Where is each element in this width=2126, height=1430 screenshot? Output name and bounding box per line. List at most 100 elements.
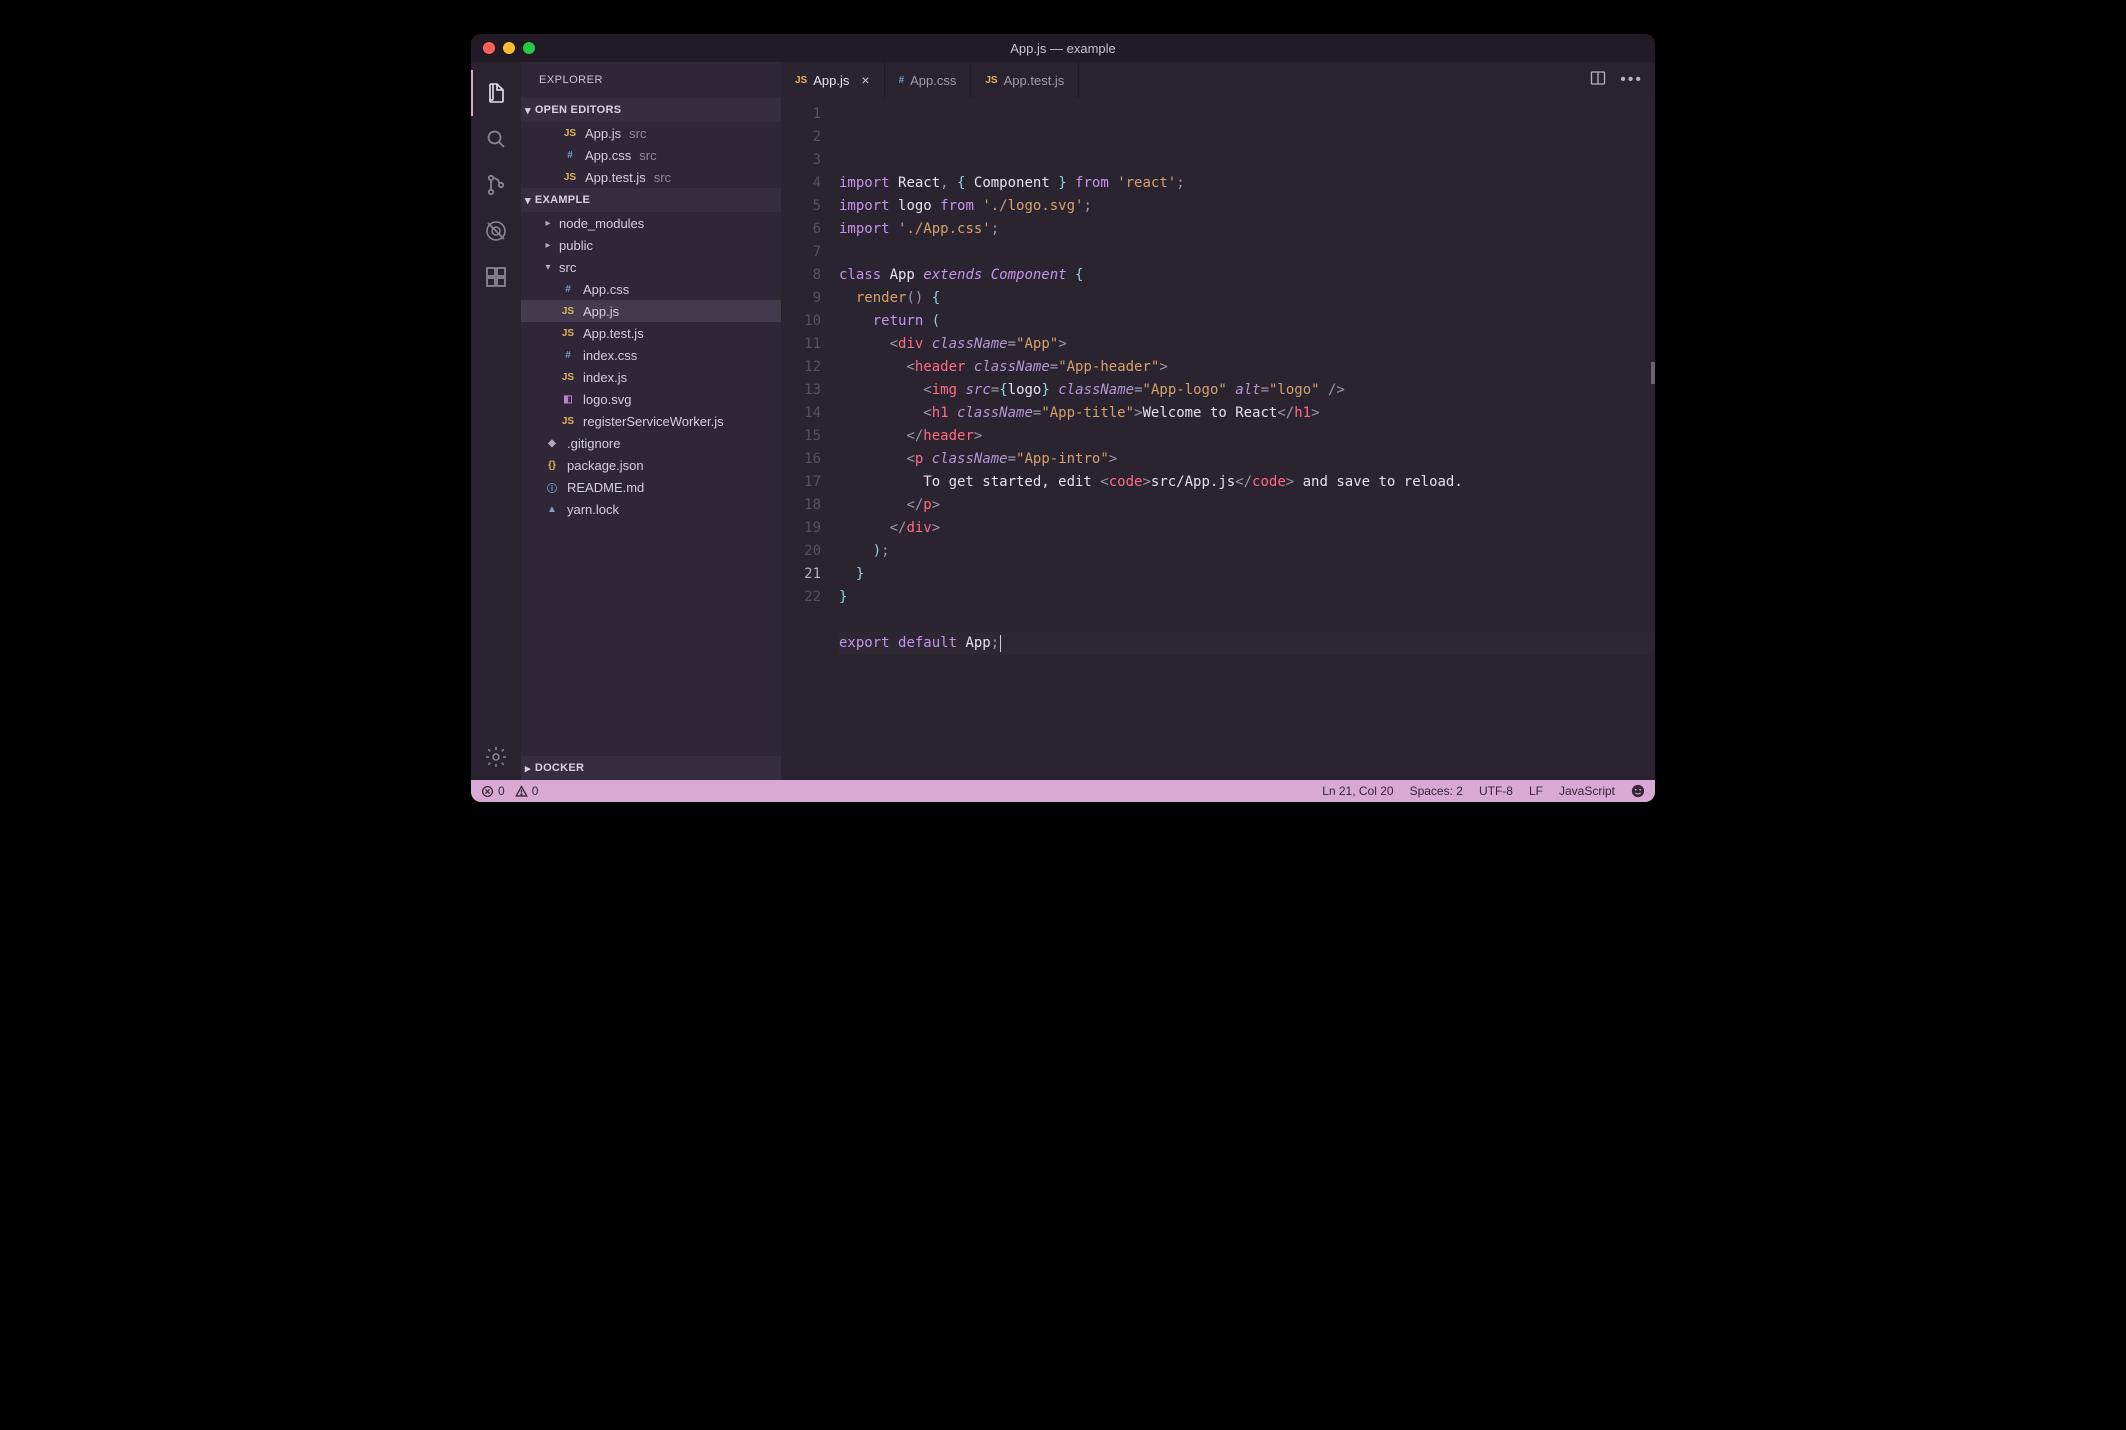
code-line[interactable]: <p className="App-intro"> [839,448,1655,471]
code-line[interactable]: To get started, edit <code>src/App.js</c… [839,471,1655,494]
line-number: 6 [781,218,821,241]
code-line[interactable] [839,241,1655,264]
editor-tab[interactable]: JSApp.js× [781,62,885,98]
folder-item[interactable]: ▸public [521,234,781,256]
debug-icon[interactable] [471,208,521,254]
file-label: App.js [583,304,619,319]
file-item[interactable]: ◆.gitignore [521,432,781,454]
code-line[interactable]: <h1 className="App-title">Welcome to Rea… [839,402,1655,425]
file-icon: ⓘ [543,480,561,495]
code-line[interactable]: render() { [839,287,1655,310]
line-number: 12 [781,356,821,379]
code-line[interactable]: <header className="App-header"> [839,356,1655,379]
file-item[interactable]: ◧logo.svg [521,388,781,410]
close-window-button[interactable] [483,42,495,54]
code-line[interactable]: class App extends Component { [839,264,1655,287]
code-content[interactable]: import React, { Component } from 'react'… [839,98,1655,780]
code-line[interactable]: import logo from './logo.svg'; [839,195,1655,218]
code-line[interactable] [839,609,1655,632]
line-number: 1 [781,103,821,126]
problems-warnings[interactable]: 0 [515,784,539,798]
line-number: 9 [781,287,821,310]
open-editor-item[interactable]: JSApp.test.jssrc [521,166,781,188]
code-line[interactable]: <img src={logo} className="App-logo" alt… [839,379,1655,402]
close-tab-icon[interactable]: × [861,72,869,88]
file-label: App.test.js [583,326,644,341]
line-number: 3 [781,149,821,172]
line-number: 20 [781,540,821,563]
project-header[interactable]: ▾ EXAMPLE [521,188,781,212]
file-label: yarn.lock [567,502,619,517]
indentation[interactable]: Spaces: 2 [1410,784,1463,798]
open-editors-header[interactable]: ▾ OPEN EDITORS [521,98,781,122]
file-item[interactable]: JSApp.js [521,300,781,322]
file-label: registerServiceWorker.js [583,414,724,429]
explorer-icon[interactable] [471,70,521,116]
minimize-window-button[interactable] [503,42,515,54]
maximize-window-button[interactable] [523,42,535,54]
search-icon[interactable] [471,116,521,162]
file-item[interactable]: ⓘREADME.md [521,476,781,498]
extensions-icon[interactable] [471,254,521,300]
code-line[interactable]: import React, { Component } from 'react'… [839,172,1655,195]
tab-label: App.css [910,73,956,88]
folder-item[interactable]: ▸node_modules [521,212,781,234]
file-item[interactable]: JSindex.js [521,366,781,388]
editor-tab[interactable]: #App.css [885,62,972,98]
open-editor-item[interactable]: #App.csssrc [521,144,781,166]
code-line[interactable]: return ( [839,310,1655,333]
scrollbar-thumb[interactable] [1651,362,1655,384]
line-number: 4 [781,172,821,195]
source-control-icon[interactable] [471,162,521,208]
sidebar: EXPLORER ▾ OPEN EDITORS JSApp.jssrc#App.… [521,62,781,780]
workbench: EXPLORER ▾ OPEN EDITORS JSApp.jssrc#App.… [471,62,1655,780]
code-line[interactable]: ); [839,540,1655,563]
code-line[interactable]: </p> [839,494,1655,517]
file-icon: JS [795,75,807,86]
file-item[interactable]: #App.css [521,278,781,300]
open-editors-list: JSApp.jssrc#App.csssrcJSApp.test.jssrc [521,122,781,188]
cursor-position[interactable]: Ln 21, Col 20 [1322,784,1393,798]
open-editor-item[interactable]: JSApp.jssrc [521,122,781,144]
more-icon[interactable]: ••• [1620,71,1643,89]
code-line[interactable] [839,655,1655,678]
file-item[interactable]: {}package.json [521,454,781,476]
problems-errors[interactable]: 0 [481,784,505,798]
line-number: 8 [781,264,821,287]
code-editor[interactable]: 12345678910111213141516171819202122 impo… [781,98,1655,780]
feedback-icon[interactable] [1631,784,1645,798]
editor-tab[interactable]: JSApp.test.js [971,62,1079,98]
file-item[interactable]: JSApp.test.js [521,322,781,344]
folder-label: node_modules [559,216,644,231]
code-line[interactable]: } [839,563,1655,586]
line-number: 15 [781,425,821,448]
folder-item[interactable]: ▾src [521,256,781,278]
line-number: 7 [781,241,821,264]
line-number: 17 [781,471,821,494]
code-line[interactable]: </header> [839,425,1655,448]
folder-label: public [559,238,593,253]
code-line[interactable]: export default App; [839,632,1655,655]
file-item[interactable]: ▲ yarn.lock [521,498,781,520]
gear-icon[interactable] [471,734,521,780]
code-line[interactable]: } [839,586,1655,609]
file-label: index.js [583,370,627,385]
titlebar[interactable]: App.js — example [471,34,1655,62]
file-icon: ▲ [543,504,561,515]
language-mode[interactable]: JavaScript [1559,784,1615,798]
chevron-down-icon: ▾ [525,104,531,117]
file-item[interactable]: #index.css [521,344,781,366]
folder-label: src [559,260,576,275]
tab-bar: JSApp.js×#App.cssJSApp.test.js ••• [781,62,1655,98]
file-icon: JS [559,416,577,427]
eol[interactable]: LF [1529,784,1543,798]
code-line[interactable]: import './App.css'; [839,218,1655,241]
split-editor-icon[interactable] [1590,70,1606,91]
file-item[interactable]: JS registerServiceWorker.js [521,410,781,432]
code-line[interactable]: <div className="App"> [839,333,1655,356]
encoding[interactable]: UTF-8 [1479,784,1513,798]
code-line[interactable]: </div> [839,517,1655,540]
docker-header[interactable]: ▸ DOCKER [521,756,781,780]
file-label: package.json [567,458,644,473]
line-number: 13 [781,379,821,402]
